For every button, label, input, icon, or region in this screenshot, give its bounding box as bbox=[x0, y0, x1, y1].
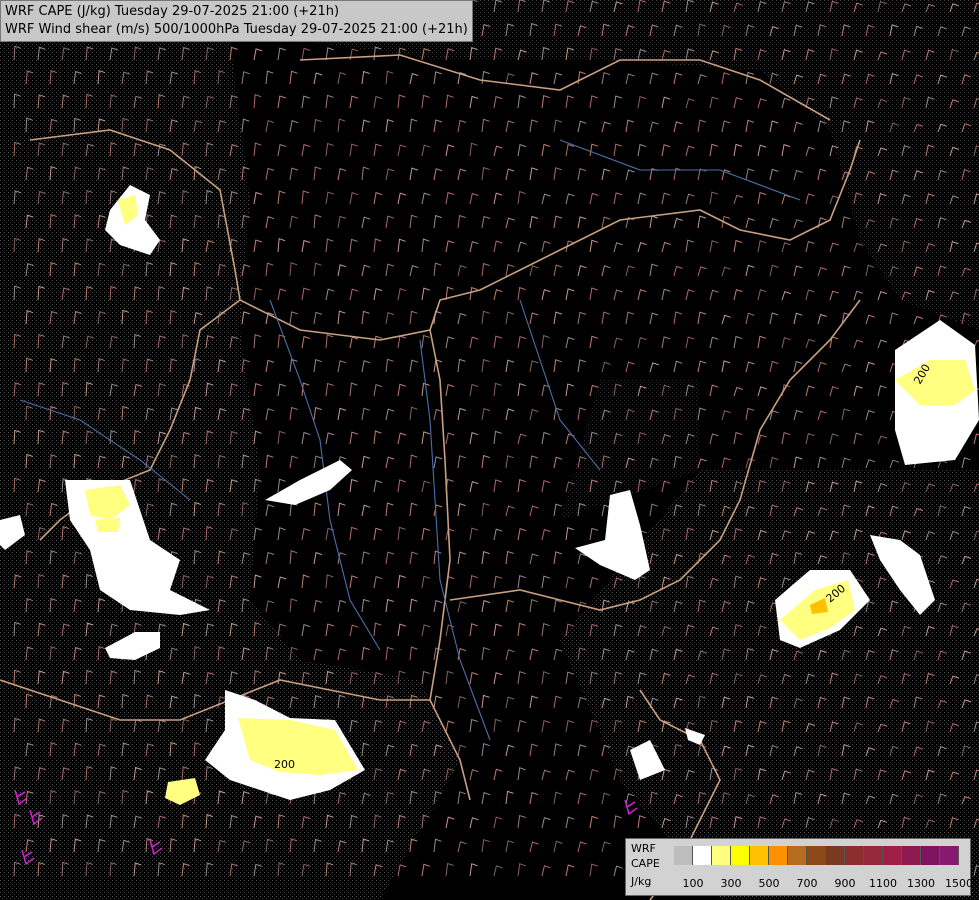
legend-swatch bbox=[826, 846, 845, 865]
legend-label-cape: CAPE bbox=[631, 857, 660, 870]
legend-swatch bbox=[940, 846, 959, 865]
legend-swatch bbox=[788, 846, 807, 865]
cape-legend: WRF CAPE J/kg 100 300 500 700 900 1100 1300 150… bbox=[625, 838, 974, 896]
title-line-cape: WRF CAPE (J/kg) Tuesday 29-07-2025 21:00… bbox=[5, 4, 340, 19]
legend-tick-label: 1300 bbox=[907, 877, 935, 890]
legend-swatch bbox=[750, 846, 769, 865]
legend-swatch bbox=[712, 846, 731, 865]
legend-tick-label: 500 bbox=[758, 877, 780, 890]
legend-tick-label: 700 bbox=[796, 877, 818, 890]
legend-label-wrf: WRF bbox=[631, 842, 656, 855]
title-line-shear: WRF Wind shear (m/s) 500/1000hPa Tuesday… bbox=[5, 22, 468, 37]
cape-area-yellow bbox=[95, 518, 120, 532]
legend-tick-label: 300 bbox=[720, 877, 742, 890]
legend-swatch bbox=[883, 846, 902, 865]
legend-swatch bbox=[864, 846, 883, 865]
legend-swatch bbox=[921, 846, 940, 865]
legend-tick-label: 1500 bbox=[945, 877, 973, 890]
weather-map: 200 200 200 bbox=[0, 0, 979, 900]
legend-swatch bbox=[902, 846, 921, 865]
legend-tick-label: 900 bbox=[834, 877, 856, 890]
legend-ticks: 100 300 500 700 900 1100 1300 1500 bbox=[674, 877, 974, 890]
legend-swatch bbox=[845, 846, 864, 865]
legend-tick-label: 1100 bbox=[869, 877, 897, 890]
legend-swatch bbox=[731, 846, 750, 865]
legend-swatch bbox=[807, 846, 826, 865]
legend-swatch bbox=[769, 846, 788, 865]
legend-tick-label: 100 bbox=[682, 877, 704, 890]
legend-swatch bbox=[693, 846, 712, 865]
map-title: WRF CAPE (J/kg) Tuesday 29-07-2025 21:00… bbox=[0, 0, 473, 42]
contour-label: 200 bbox=[274, 758, 295, 771]
legend-swatch bbox=[674, 846, 693, 865]
legend-swatches bbox=[674, 846, 959, 865]
legend-label-unit: J/kg bbox=[631, 875, 652, 888]
